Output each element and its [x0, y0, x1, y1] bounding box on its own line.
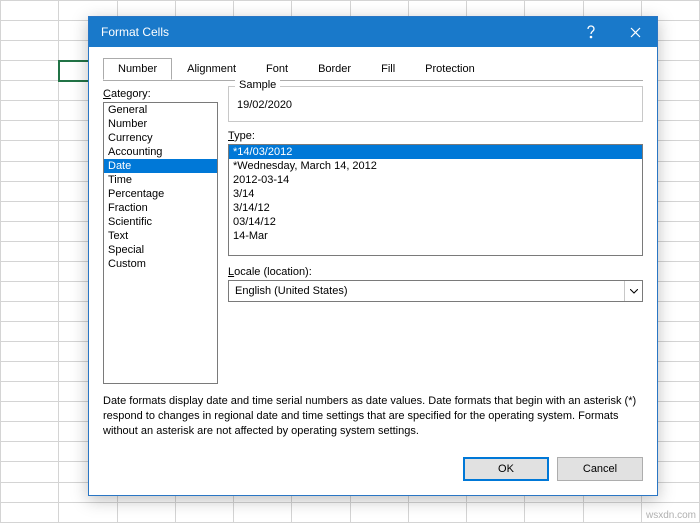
tab-alignment[interactable]: Alignment	[172, 58, 251, 80]
category-label: Category:	[103, 88, 218, 100]
category-item[interactable]: Fraction	[104, 201, 217, 215]
category-item[interactable]: Date	[104, 159, 217, 173]
type-label: Type:	[228, 130, 643, 142]
dialog-title: Format Cells	[101, 25, 569, 39]
sample-value: 19/02/2020	[237, 95, 634, 111]
sample-label: Sample	[235, 79, 280, 91]
close-button[interactable]	[613, 17, 657, 47]
type-listbox[interactable]: *14/03/2012*Wednesday, March 14, 2012201…	[228, 144, 643, 256]
sample-group: Sample 19/02/2020	[228, 86, 643, 122]
tab-strip: NumberAlignmentFontBorderFillProtection	[103, 58, 643, 81]
tab-number[interactable]: Number	[103, 58, 172, 80]
cancel-button[interactable]: Cancel	[557, 457, 643, 481]
type-item[interactable]: 3/14/12	[229, 201, 642, 215]
locale-combobox[interactable]: English (United States)	[228, 280, 643, 302]
category-item[interactable]: Percentage	[104, 187, 217, 201]
description-text: Date formats display date and time seria…	[103, 394, 643, 439]
type-item[interactable]: *Wednesday, March 14, 2012	[229, 159, 642, 173]
tab-border[interactable]: Border	[303, 58, 366, 80]
locale-value: English (United States)	[229, 285, 624, 297]
dialog-titlebar: Format Cells	[89, 17, 657, 47]
category-item[interactable]: Special	[104, 243, 217, 257]
category-item[interactable]: Scientific	[104, 215, 217, 229]
category-item[interactable]: Accounting	[104, 145, 217, 159]
type-item[interactable]: 03/14/12	[229, 215, 642, 229]
tab-fill[interactable]: Fill	[366, 58, 410, 80]
category-item[interactable]: Time	[104, 173, 217, 187]
format-cells-dialog: Format Cells NumberAlignmentFontBorderFi…	[88, 16, 658, 496]
type-item[interactable]: 2012-03-14	[229, 173, 642, 187]
category-item[interactable]: Currency	[104, 131, 217, 145]
category-item[interactable]: Custom	[104, 257, 217, 271]
category-item[interactable]: General	[104, 103, 217, 117]
type-item[interactable]: 14-Mar	[229, 229, 642, 243]
type-item[interactable]: *14/03/2012	[229, 145, 642, 159]
ok-button[interactable]: OK	[463, 457, 549, 481]
category-item[interactable]: Number	[104, 117, 217, 131]
category-item[interactable]: Text	[104, 229, 217, 243]
type-item[interactable]: 3/14	[229, 187, 642, 201]
tab-font[interactable]: Font	[251, 58, 303, 80]
watermark: wsxdn.com	[646, 510, 696, 521]
chevron-down-icon[interactable]	[624, 281, 642, 301]
category-listbox[interactable]: GeneralNumberCurrencyAccountingDateTimeP…	[103, 102, 218, 384]
dialog-button-row: OK Cancel	[89, 447, 657, 495]
locale-label: Locale (location):	[228, 266, 643, 278]
help-button[interactable]	[569, 17, 613, 47]
tab-protection[interactable]: Protection	[410, 58, 490, 80]
